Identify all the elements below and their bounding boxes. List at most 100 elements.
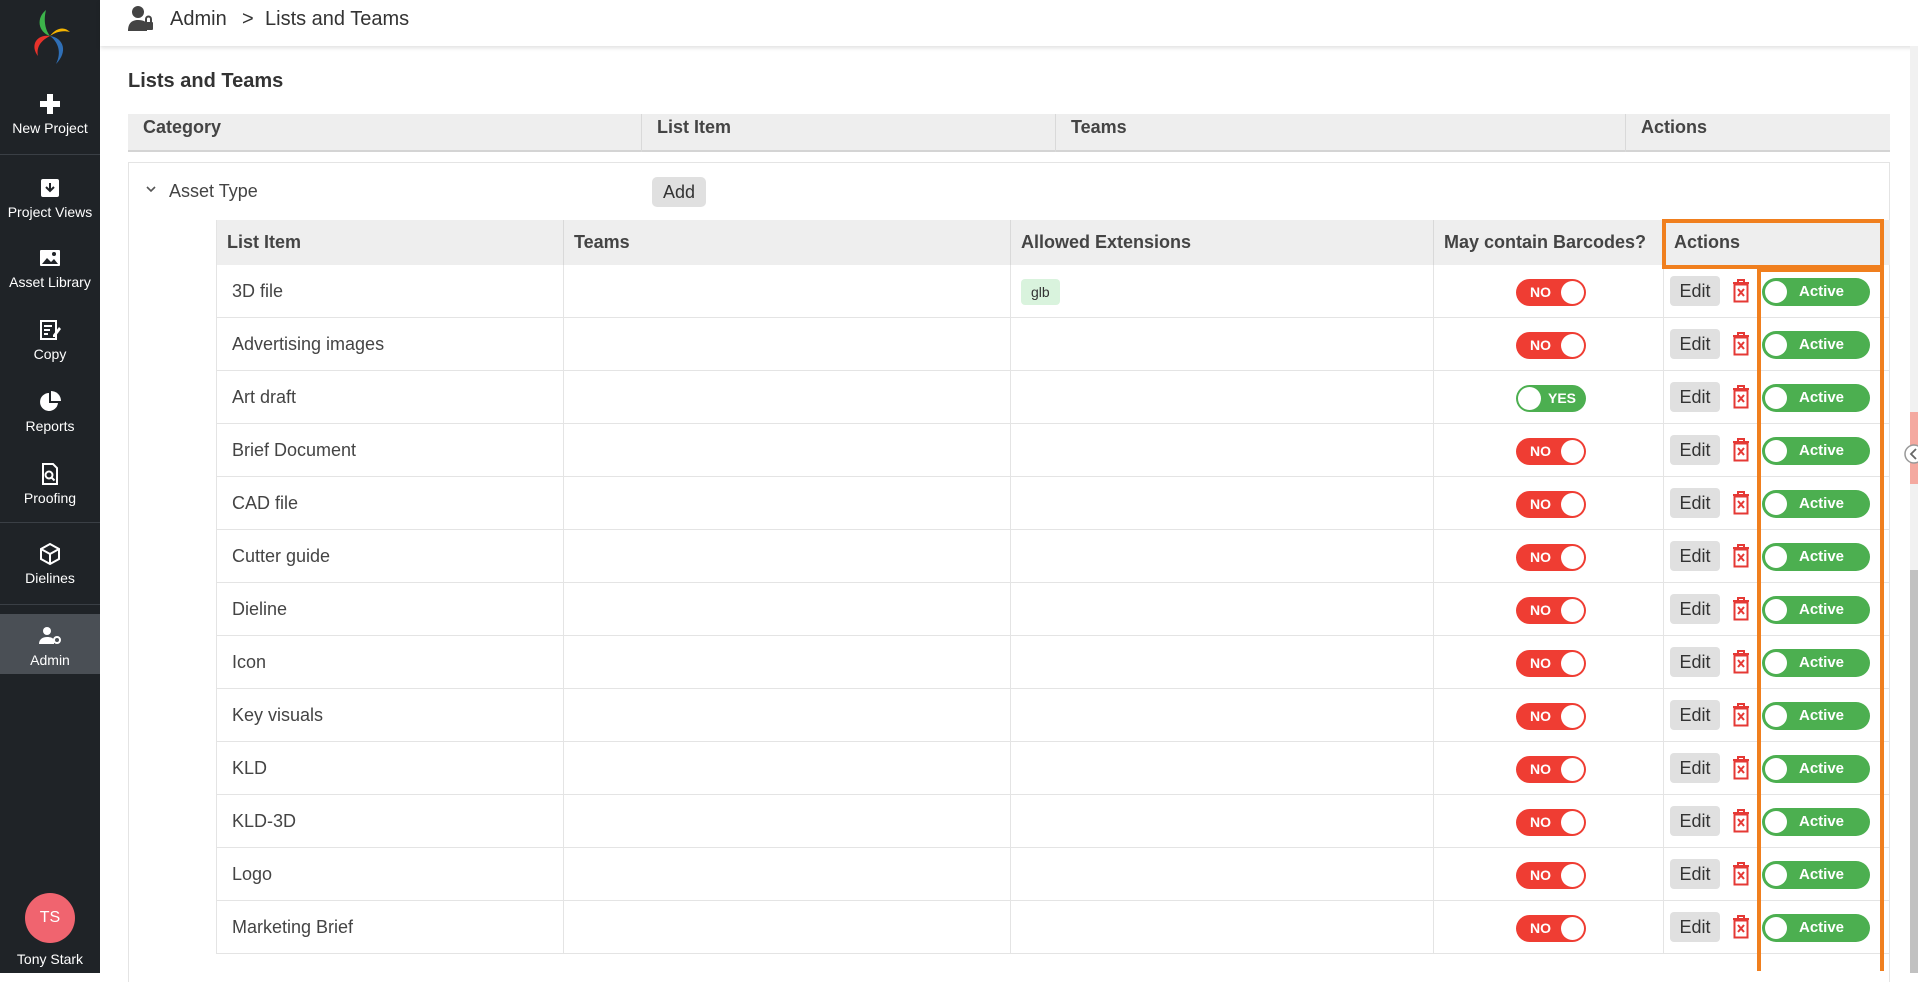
toggle-knob [1561,652,1584,675]
breadcrumb-current: Lists and Teams [265,8,410,30]
sidebar-item-dielines[interactable]: Dielines [0,542,100,586]
delete-icon[interactable] [1731,808,1751,834]
toggle-knob [1561,705,1584,728]
toggle-knob [1561,599,1584,622]
edit-button[interactable]: Edit [1670,382,1720,412]
barcode-toggle[interactable]: YES [1516,385,1586,412]
avatar[interactable]: TS [25,893,75,943]
user-gear-icon [39,627,61,644]
edit-button[interactable]: Edit [1670,700,1720,730]
barcodes-cell: YES [1433,371,1663,424]
edit-button[interactable]: Edit [1670,806,1720,836]
delete-icon[interactable] [1731,914,1751,940]
edit-button[interactable]: Edit [1670,647,1720,677]
chevron-down-icon[interactable] [145,183,157,195]
delete-icon[interactable] [1731,543,1751,569]
table-row: KLD-3D NO Edit Active [216,795,1890,848]
breadcrumb-admin[interactable]: Admin [170,8,227,31]
sidebar-item-new-project[interactable]: New Project [0,92,100,136]
extensions-cell [1010,318,1433,371]
edit-button[interactable]: Edit [1670,594,1720,624]
barcode-toggle-label: NO [1530,708,1551,724]
barcode-toggle-label: NO [1530,761,1551,777]
plus-icon [40,94,60,114]
toggle-knob [1561,864,1584,887]
sidebar-item-label: Copy [33,346,67,362]
barcode-toggle[interactable]: NO [1516,438,1586,465]
table-row: Dieline NO Edit Active [216,583,1890,636]
barcode-toggle[interactable]: NO [1516,756,1586,783]
list-item-name: Key visuals [216,689,563,742]
image-icon [40,250,60,266]
sidebar-item-copy[interactable]: Copy [0,318,100,362]
barcodes-cell: NO [1433,318,1663,371]
barcode-toggle-label: NO [1530,337,1551,353]
list-item-name: KLD-3D [216,795,563,848]
scrollbar-thumb[interactable] [1910,570,1918,973]
edit-button[interactable]: Edit [1670,488,1720,518]
edit-button[interactable]: Edit [1670,329,1720,359]
barcode-toggle[interactable]: NO [1516,915,1586,942]
delete-icon[interactable] [1731,649,1751,675]
list-item-name: Marketing Brief [216,901,563,954]
toggle-knob [1561,758,1584,781]
sidebar-item-reports[interactable]: Reports [0,390,100,434]
sidebar-item-project-views[interactable]: Project Views [0,176,100,220]
chevron-left-icon[interactable] [1900,440,1918,468]
barcode-toggle-label: NO [1530,496,1551,512]
delete-icon[interactable] [1731,384,1751,410]
sidebar-item-proofing[interactable]: Proofing [0,462,100,506]
edit-button[interactable]: Edit [1670,435,1720,465]
barcodes-cell: NO [1433,901,1663,954]
extensions-cell [1010,636,1433,689]
app-logo[interactable] [26,6,74,68]
delete-icon[interactable] [1731,861,1751,887]
barcode-toggle-label: NO [1530,920,1551,936]
teams-cell [563,901,1010,954]
table-row: KLD NO Edit Active [216,742,1890,795]
barcode-toggle[interactable]: NO [1516,650,1586,677]
table-row: CAD file NO Edit Active [216,477,1890,530]
delete-icon[interactable] [1731,437,1751,463]
list-item-name: Art draft [216,371,563,424]
category-table-header: Category List Item Teams Actions [128,114,1890,152]
barcode-toggle[interactable]: NO [1516,279,1586,306]
sidebar-item-label: Admin [30,652,70,668]
barcodes-cell: NO [1433,742,1663,795]
barcode-toggle-label: YES [1547,390,1576,406]
sidebar-item-admin[interactable]: Admin [0,614,100,674]
barcode-toggle[interactable]: NO [1516,862,1586,889]
edit-document-icon [40,320,61,340]
delete-icon[interactable] [1731,490,1751,516]
barcode-toggle[interactable]: NO [1516,703,1586,730]
sidebar-item-label: Project Views [7,204,93,220]
sidebar-item-asset-library[interactable]: Asset Library [0,246,100,290]
barcode-toggle-label: NO [1530,284,1551,300]
extensions-cell: glb [1010,265,1433,318]
barcode-toggle[interactable]: NO [1516,491,1586,518]
add-button[interactable]: Add [652,177,706,207]
delete-icon[interactable] [1731,596,1751,622]
extensions-cell [1010,742,1433,795]
barcodes-cell: NO [1433,477,1663,530]
list-item-name: Brief Document [216,424,563,477]
search-document-icon [42,463,58,485]
barcode-toggle[interactable]: NO [1516,332,1586,359]
delete-icon[interactable] [1731,702,1751,728]
header-teams: Teams [563,220,1010,265]
barcode-toggle[interactable]: NO [1516,809,1586,836]
edit-button[interactable]: Edit [1670,541,1720,571]
edit-button[interactable]: Edit [1670,859,1720,889]
delete-icon[interactable] [1731,755,1751,781]
page-title: Lists and Teams [128,70,284,92]
sidebar: New Project Project Views Asset Library … [0,0,100,973]
edit-button[interactable]: Edit [1670,912,1720,942]
edit-button[interactable]: Edit [1670,276,1720,306]
barcode-toggle[interactable]: NO [1516,544,1586,571]
sidebar-item-label: Asset Library [9,274,91,290]
delete-icon[interactable] [1731,278,1751,304]
barcode-toggle[interactable]: NO [1516,597,1586,624]
delete-icon[interactable] [1731,331,1751,357]
list-item-name: Icon [216,636,563,689]
edit-button[interactable]: Edit [1670,753,1720,783]
